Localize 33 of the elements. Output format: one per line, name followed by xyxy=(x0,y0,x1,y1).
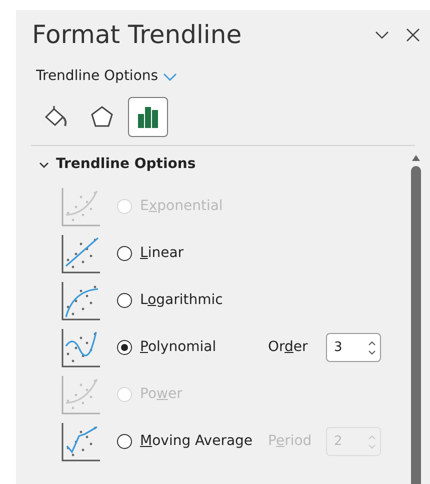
radio-button[interactable] xyxy=(117,434,132,449)
close-icon[interactable] xyxy=(406,28,420,42)
chevron-down-icon xyxy=(163,72,178,82)
option-label: Polynomial xyxy=(140,338,218,357)
option-label: Logarithmic xyxy=(140,291,224,310)
radio-button[interactable] xyxy=(117,246,132,261)
option-label: Linear xyxy=(140,244,185,263)
trendline-chart-icon xyxy=(61,280,101,320)
pentagon-icon xyxy=(90,105,114,129)
option-label: Power xyxy=(140,385,184,404)
trendline-chart-icon xyxy=(61,328,101,368)
spinner-arrows-icon xyxy=(368,340,376,356)
option-label: Moving Average xyxy=(140,432,254,451)
scroll-up-icon[interactable] xyxy=(411,154,421,162)
scrollbar-thumb[interactable] xyxy=(411,166,421,484)
trendline-chart-icon xyxy=(61,374,101,414)
chevron-icon xyxy=(39,160,49,170)
bar-chart-icon xyxy=(136,105,160,129)
trendline-chart-icon xyxy=(61,186,101,226)
param-label: Order xyxy=(268,338,309,357)
spinner-arrows-icon xyxy=(368,434,376,450)
paint-bucket-icon xyxy=(43,105,69,129)
param-label: Period xyxy=(268,432,313,451)
option-label: Exponential xyxy=(140,197,224,216)
options-dropdown[interactable]: Trendline Options xyxy=(36,66,178,87)
spin-field[interactable]: 3 xyxy=(326,333,381,362)
pane-title: Format Trendline xyxy=(32,19,243,51)
section-header[interactable]: Trendline Options xyxy=(39,154,196,175)
radio-button[interactable] xyxy=(117,340,132,355)
trendline-chart-icon xyxy=(61,234,101,274)
radio-button[interactable] xyxy=(117,293,132,308)
format-tab[interactable] xyxy=(128,97,168,137)
trendline-chart-icon xyxy=(61,422,101,462)
